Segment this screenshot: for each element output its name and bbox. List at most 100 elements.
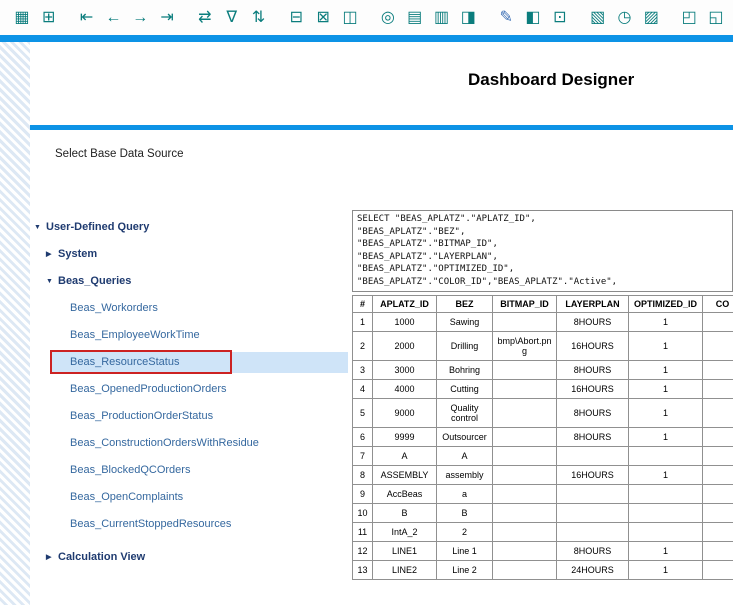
table-cell: a (437, 485, 493, 504)
sort-az-icon[interactable]: ⇅ (249, 10, 269, 26)
table-cell: 1 (629, 361, 703, 380)
chevron-down-icon[interactable]: ▼ (46, 268, 58, 295)
datasource-tree: ▼User-Defined Query▶System▼Beas_QueriesB… (30, 214, 348, 571)
form-new-icon[interactable]: ⊡ (550, 10, 570, 26)
table-cell (557, 504, 629, 523)
journal-icon[interactable]: ▨ (641, 10, 661, 26)
column-header: CO (703, 296, 733, 313)
tree-item-beas-constructionorderswithresidue[interactable]: Beas_ConstructionOrdersWithResidue (30, 430, 348, 457)
table-row: 11000Sawing8HOURS1 (353, 313, 733, 332)
table-cell: 9999 (373, 428, 437, 447)
document-schedule-icon[interactable]: ◷ (615, 10, 635, 26)
sql-line: SELECT "BEAS_APLATZ"."APLATZ_ID", (357, 213, 728, 226)
table-cell (703, 332, 733, 361)
tree-item-label: Beas_ResourceStatus (70, 356, 179, 368)
previous-record-icon[interactable]: ← (103, 10, 123, 26)
table-cell (557, 485, 629, 504)
table-cell (629, 504, 703, 523)
tree-item-calculation-view[interactable]: ▶Calculation View (30, 544, 348, 571)
refresh-icon[interactable]: ⇄ (195, 10, 215, 26)
tree-item-beas-opencomplaints[interactable]: Beas_OpenComplaints (30, 484, 348, 511)
preview-column: SELECT "BEAS_APLATZ"."APLATZ_ID","BEAS_A… (352, 210, 733, 605)
next-record-icon[interactable]: → (130, 10, 150, 26)
tree-item-system[interactable]: ▶System (30, 241, 348, 268)
window-grid-icon[interactable]: ▦ (12, 10, 32, 26)
chevron-down-icon[interactable]: ▼ (34, 214, 46, 241)
org-chart-alt-icon[interactable]: ◱ (706, 10, 726, 26)
tree-item-beas-blockedqcorders[interactable]: Beas_BlockedQCOrders (30, 457, 348, 484)
last-record-icon[interactable]: ⇥ (157, 10, 177, 26)
pivot-table-icon[interactable]: ▥ (432, 10, 452, 26)
table-cell (703, 504, 733, 523)
tree-item-beas-employeeworktime[interactable]: Beas_EmployeeWorkTime (30, 322, 348, 349)
table-cell (493, 485, 557, 504)
table-row: 8ASSEMBLYassembly16HOURS1 (353, 466, 733, 485)
tree-item-beas-openedproductionorders[interactable]: Beas_OpenedProductionOrders (30, 376, 348, 403)
document-new-icon[interactable]: ▧ (588, 10, 608, 26)
table-cell: 4000 (373, 380, 437, 399)
table-cell (493, 542, 557, 561)
table-row: 12LINE1Line 18HOURS1 (353, 542, 733, 561)
tree-item-beas-productionorderstatus[interactable]: Beas_ProductionOrderStatus (30, 403, 348, 430)
tree-item-user-defined-query[interactable]: ▼User-Defined Query (30, 214, 348, 241)
header: Dashboard Designer (0, 42, 733, 125)
chevron-right-icon[interactable]: ▶ (46, 241, 58, 268)
sql-line: "BEAS_APLATZ"."BEZ", (357, 226, 728, 239)
tree-item-beas-workorders[interactable]: Beas_Workorders (30, 295, 348, 322)
table-cell (493, 466, 557, 485)
table-cell: AccBeas (373, 485, 437, 504)
filter-icon[interactable]: ∇ (222, 10, 242, 26)
table-cell: 16HOURS (557, 332, 629, 361)
chevron-right-icon[interactable]: ▶ (46, 544, 58, 571)
table-cell (703, 361, 733, 380)
window-report-icon[interactable]: ◫ (340, 10, 360, 26)
table-cell: IntA_2 (373, 523, 437, 542)
table-cell: 1000 (373, 313, 437, 332)
table-cell: 5 (353, 399, 373, 428)
table-row: 69999Outsourcer8HOURS1 (353, 428, 733, 447)
table-cell: 1 (629, 428, 703, 447)
link-data-icon[interactable]: ◎ (378, 10, 398, 26)
table-cell (493, 523, 557, 542)
table-cell: 1 (629, 542, 703, 561)
table-row: 9AccBeasa (353, 485, 733, 504)
table-cell: 2 (437, 523, 493, 542)
table-cell (703, 380, 733, 399)
table-cell: B (437, 504, 493, 523)
data-table-icon[interactable]: ▤ (405, 10, 425, 26)
table-cell: Quality control (437, 399, 493, 428)
tree-item-beas-currentstoppedresources[interactable]: Beas_CurrentStoppedResources (30, 511, 348, 538)
table-cell: 9 (353, 485, 373, 504)
table-cell (703, 466, 733, 485)
tree-item-beas-resourcestatus[interactable]: Beas_ResourceStatus (30, 349, 348, 376)
sql-line: "BEAS_APLATZ"."BITMAP_ID", (357, 238, 728, 251)
sql-preview[interactable]: SELECT "BEAS_APLATZ"."APLATZ_ID","BEAS_A… (352, 210, 733, 292)
dock-window-left-icon[interactable]: ⊟ (286, 10, 306, 26)
table-cell: 3000 (373, 361, 437, 380)
table-cell (629, 523, 703, 542)
org-chart-icon[interactable]: ◰ (679, 10, 699, 26)
first-record-icon[interactable]: ⇤ (77, 10, 97, 26)
sql-line: "BEAS_APLATZ"."OPTIMIZED_ID", (357, 263, 728, 276)
dock-window-right-icon[interactable]: ⊠ (313, 10, 333, 26)
table-row: 33000Bohring8HOURS1 (353, 361, 733, 380)
edit-icon[interactable]: ✎ (496, 10, 516, 26)
tree-item-label: Beas_BlockedQCOrders (70, 464, 190, 476)
table-cell (493, 447, 557, 466)
table-cell (703, 561, 733, 580)
table-cell: Line 1 (437, 542, 493, 561)
table-search-icon[interactable]: ◨ (458, 10, 478, 26)
form-settings-icon[interactable]: ◧ (523, 10, 543, 26)
select-data-source-panel: Select Base Data Source ▼User-Defined Qu… (30, 125, 733, 605)
tree-item-beas-queries[interactable]: ▼Beas_Queries (30, 268, 348, 295)
table-cell (493, 561, 557, 580)
table-cell: 10 (353, 504, 373, 523)
table-cell (493, 399, 557, 428)
column-header: APLATZ_ID (373, 296, 437, 313)
table-cell: 16HOURS (557, 380, 629, 399)
table-row: 59000Quality control8HOURS1 (353, 399, 733, 428)
table-cell: bmp\Abort.png (493, 332, 557, 361)
left-stripe-background (0, 42, 30, 605)
table-cell (557, 447, 629, 466)
new-window-icon[interactable]: ⊞ (39, 10, 59, 26)
